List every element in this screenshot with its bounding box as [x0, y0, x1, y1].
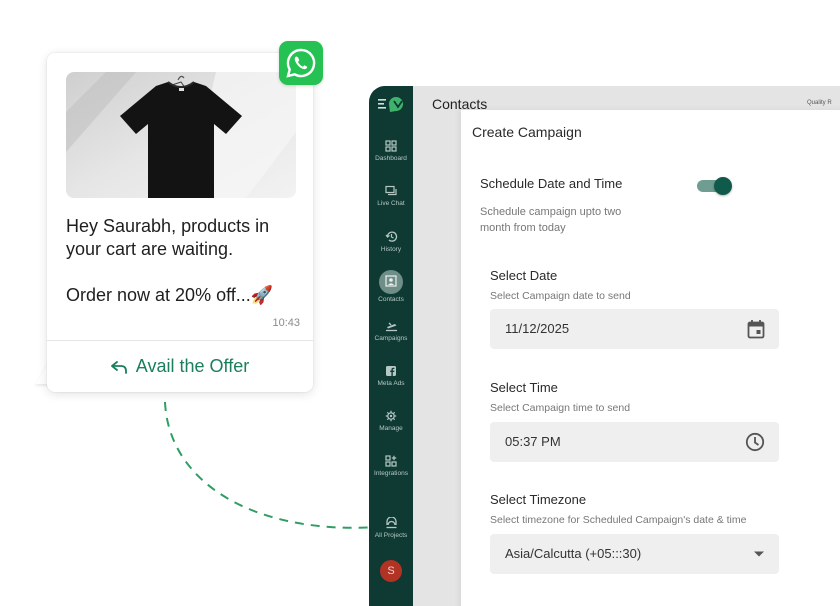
timezone-select[interactable]: Asia/Calcutta (+05:::30) — [490, 534, 779, 574]
time-label: Select Time — [490, 380, 558, 395]
toggle-thumb — [714, 177, 732, 195]
date-field[interactable]: 11/12/2025 — [490, 309, 779, 349]
user-avatar[interactable]: S — [380, 560, 402, 582]
projects-icon — [385, 517, 397, 529]
sidebar-item-integrations[interactable]: Integrations — [369, 455, 413, 477]
date-value: 11/12/2025 — [505, 321, 570, 336]
quality-rating-label: Quality R — [807, 100, 832, 106]
app-window: Dashboard Live Chat History Contacts Cam… — [369, 86, 840, 606]
message-line-1: Hey Saurabh, products in your cart are w… — [66, 216, 270, 259]
date-help: Select Campaign date to send — [490, 290, 631, 302]
sidebar-item-campaigns[interactable]: Campaigns — [369, 320, 413, 342]
product-image-black-tshirt — [66, 72, 296, 198]
dropdown-arrow-icon — [754, 551, 764, 557]
chat-icon — [385, 185, 397, 196]
sidebar-item-label: Manage — [379, 425, 403, 432]
sidebar-item-label: Dashboard — [375, 155, 407, 162]
avatar-initial: S — [387, 565, 395, 577]
sidebar-item-history[interactable]: History — [369, 230, 413, 253]
schedule-description: Schedule campaign upto two month from to… — [480, 206, 622, 234]
sidebar-item-label: Integrations — [374, 470, 408, 477]
sidebar-item-label: History — [380, 246, 402, 253]
sidebar-item-label: Meta Ads — [377, 380, 405, 387]
clock-icon[interactable] — [745, 432, 765, 452]
sidebar-item-contacts[interactable]: Contacts — [369, 270, 413, 303]
sidebar-item-manage[interactable]: Manage — [369, 410, 413, 432]
time-value: 05:37 PM — [505, 434, 561, 449]
gear-icon — [385, 410, 397, 422]
sidebar-item-all-projects[interactable]: All Projects — [369, 517, 413, 539]
dashboard-icon — [385, 140, 397, 152]
avail-offer-button[interactable]: Avail the Offer — [47, 341, 313, 392]
calendar-icon[interactable] — [747, 319, 765, 339]
time-help: Select Campaign time to send — [490, 402, 631, 414]
reply-arrow-icon — [110, 360, 127, 374]
contacts-icon — [379, 270, 403, 294]
integrations-icon — [385, 455, 397, 467]
whatsapp-message-card: Hey Saurabh, products in your cart are w… — [47, 53, 313, 392]
sidebar-item-meta-ads[interactable]: Meta Ads — [369, 365, 413, 387]
schedule-label: Schedule Date and Time — [480, 176, 623, 191]
campaign-icon — [385, 322, 397, 332]
sidebar-item-label: Contacts — [378, 296, 404, 303]
sidebar: Dashboard Live Chat History Contacts Cam… — [369, 86, 413, 606]
create-campaign-dialog: Create Campaign Schedule Date and Time S… — [461, 110, 840, 606]
history-icon — [385, 231, 397, 242]
facebook-icon — [386, 366, 396, 376]
time-field[interactable]: 05:37 PM — [490, 422, 779, 462]
sidebar-item-live-chat[interactable]: Live Chat — [369, 185, 413, 207]
app-logo-icon — [378, 97, 403, 112]
avail-offer-label: Avail the Offer — [135, 356, 250, 376]
schedule-toggle[interactable] — [697, 177, 732, 195]
dialog-title: Create Campaign — [472, 124, 582, 140]
sidebar-item-label: All Projects — [374, 532, 408, 539]
whatsapp-icon — [279, 41, 323, 85]
sidebar-item-dashboard[interactable]: Dashboard — [369, 140, 413, 162]
timezone-label: Select Timezone — [490, 492, 587, 507]
timezone-value: Asia/Calcutta (+05:::30) — [505, 546, 642, 561]
sidebar-item-label: Campaigns — [374, 335, 408, 342]
message-line-2: Order now at 20% off...🚀 — [66, 285, 274, 305]
message-timestamp: 10:43 — [272, 317, 300, 329]
sidebar-item-label: Live Chat — [377, 200, 405, 207]
date-label: Select Date — [490, 268, 558, 283]
message-text: Hey Saurabh, products in your cart are w… — [66, 215, 306, 307]
timezone-help: Select timezone for Scheduled Campaign's… — [490, 514, 747, 526]
